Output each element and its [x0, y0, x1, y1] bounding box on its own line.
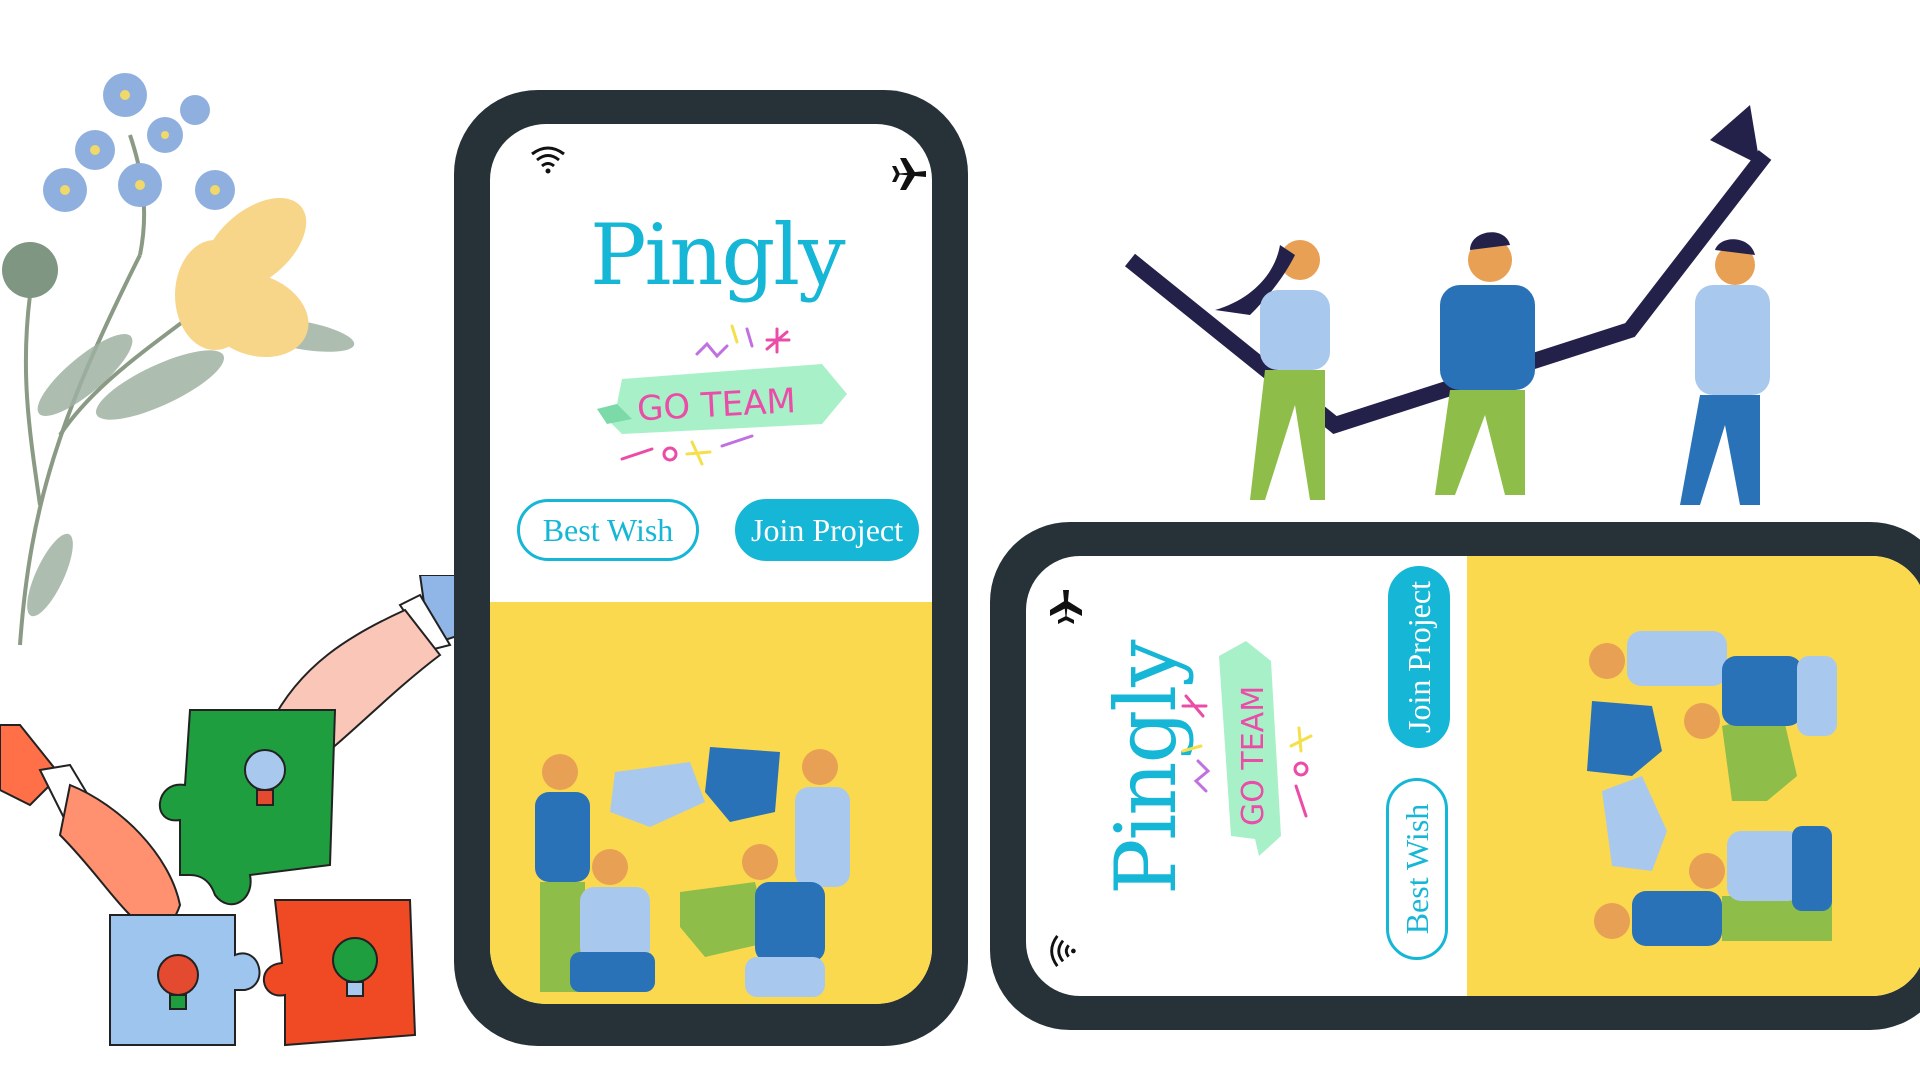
airplane-icon	[892, 158, 926, 190]
phone-landscape-screen: Pingly GO TEAM Join Project Best Wish	[1026, 556, 1920, 996]
go-team-text: GO TEAM	[1236, 686, 1271, 826]
best-wish-button[interactable]: Best Wish	[517, 499, 699, 561]
flower-illustration	[2, 73, 355, 646]
team-growth-chart-illustration	[1124, 105, 1772, 505]
go-team-badge: GO TEAM	[597, 324, 847, 466]
illustration-panel	[1467, 556, 1920, 996]
phone-portrait: Pingly GO TEAM Best Wish Join Project	[454, 90, 968, 1046]
join-project-button[interactable]: Join Project	[1388, 566, 1450, 748]
go-team-badge: GO TEAM	[1181, 641, 1313, 856]
team-puzzle-illustration	[1587, 631, 1837, 946]
go-team-text: GO TEAM	[636, 381, 797, 429]
phone-notch	[990, 677, 1024, 807]
wifi-icon	[1050, 935, 1076, 967]
app-title: Pingly	[590, 206, 846, 304]
phone-portrait-screen: Pingly GO TEAM Best Wish Join Project	[490, 124, 932, 1004]
phone-notch	[614, 90, 742, 124]
phone-landscape: Pingly GO TEAM Join Project Best Wish	[990, 522, 1920, 1030]
team-puzzle-illustration	[535, 747, 850, 997]
join-project-button[interactable]: Join Project	[735, 499, 919, 561]
best-wish-button[interactable]: Best Wish	[1386, 778, 1448, 960]
illustration-panel	[490, 602, 932, 1004]
airplane-icon	[1050, 590, 1082, 624]
wifi-icon	[531, 146, 565, 174]
puzzle-hands-illustration	[0, 575, 460, 1047]
